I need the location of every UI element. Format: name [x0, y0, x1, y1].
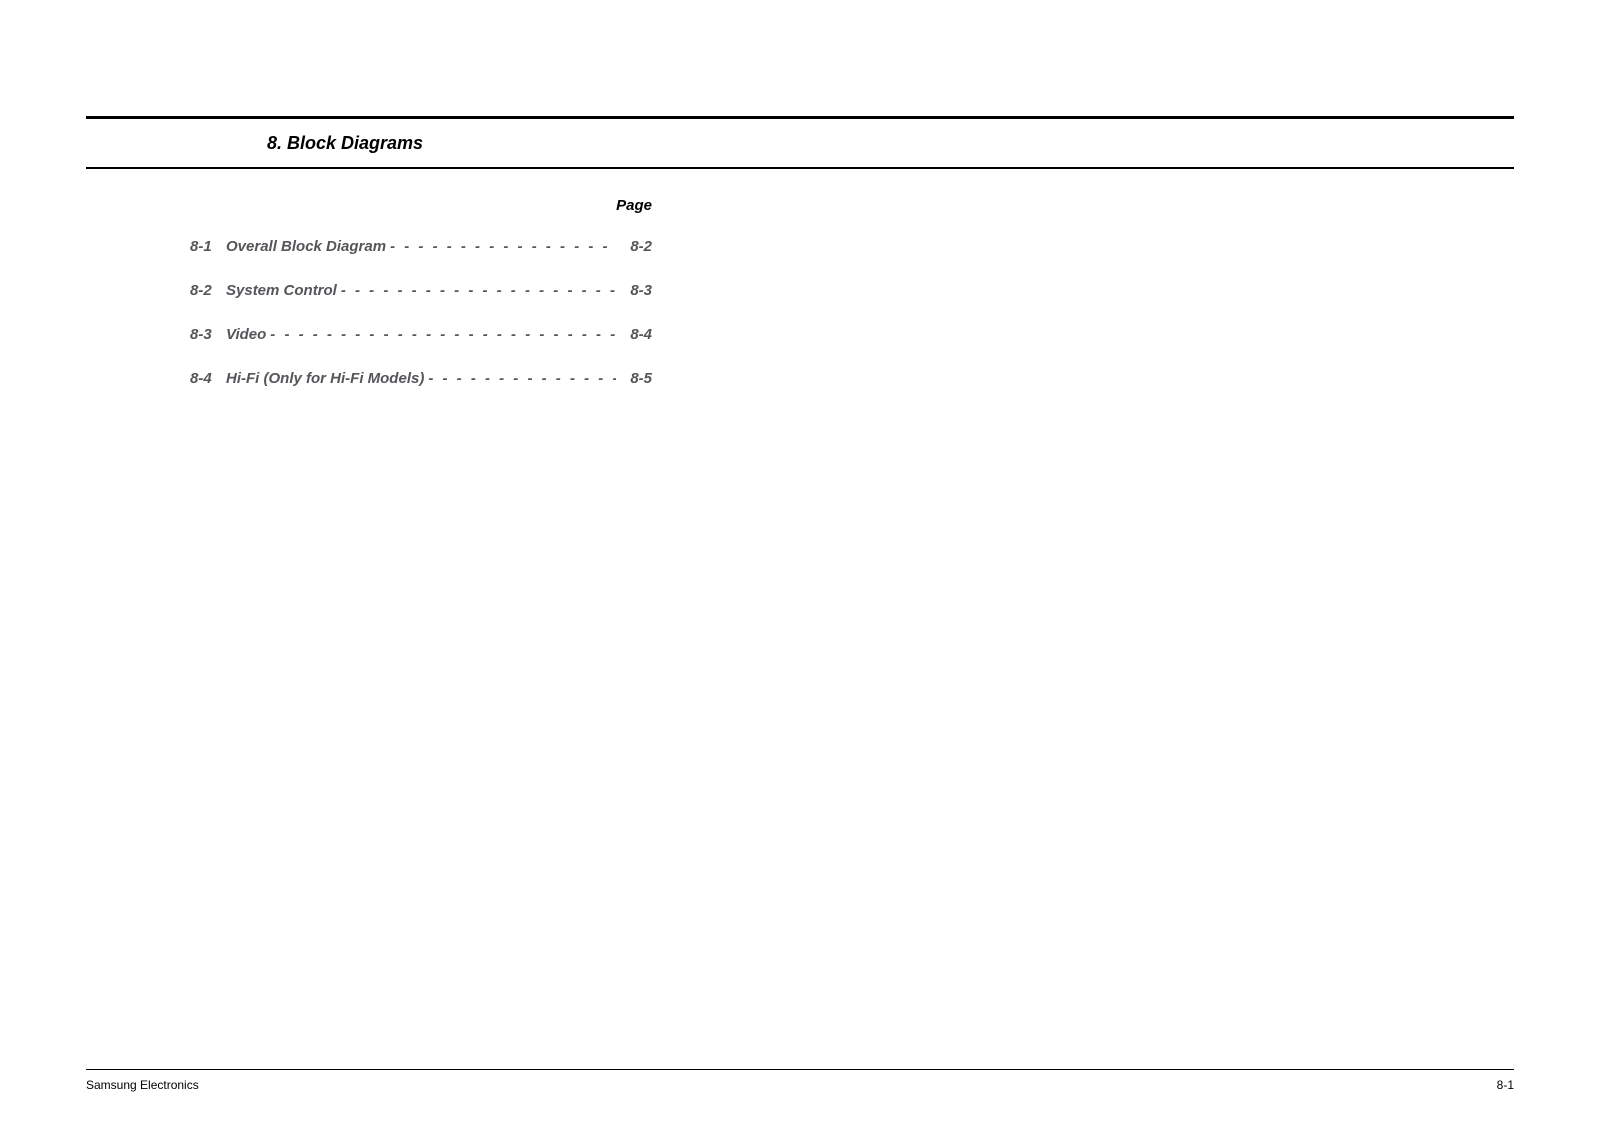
toc-entry-page: 8-3	[616, 282, 652, 300]
footer-content: Samsung Electronics 8-1	[86, 1078, 1514, 1092]
toc-entry-label: Video	[226, 326, 266, 344]
toc-entry-label-wrap: Hi-Fi (Only for Hi-Fi Models) - - - - - …	[226, 370, 616, 388]
toc-entry-label: Overall Block Diagram	[226, 238, 386, 256]
toc-entry-number: 8-4	[190, 370, 226, 388]
toc-leader-dashes: - - - - - - - - - - - - - - - - - - - - …	[337, 282, 616, 300]
toc-entry-number: 8-2	[190, 282, 226, 300]
toc-entry: 8-4 Hi-Fi (Only for Hi-Fi Models) - - - …	[190, 370, 652, 388]
page-footer: Samsung Electronics 8-1	[86, 1069, 1514, 1092]
chapter-title-block: 8. Block Diagrams	[267, 119, 1514, 167]
page-container: 8. Block Diagrams Page 8-1 Overall Block…	[0, 0, 1600, 1132]
toc-entry-number: 8-1	[190, 238, 226, 256]
toc-entry-label-wrap: Video - - - - - - - - - - - - - - - - - …	[226, 326, 616, 344]
toc-entry-label-wrap: System Control - - - - - - - - - - - - -…	[226, 282, 616, 300]
toc-entry-page: 8-2	[616, 238, 652, 256]
toc-entry-page: 8-4	[616, 326, 652, 344]
footer-right-page-number: 8-1	[1497, 1078, 1514, 1092]
toc-leader-dashes: - - - - - - - - - - - - - - - - - - - - …	[424, 370, 616, 388]
footer-rule	[86, 1069, 1514, 1070]
toc-entry: 8-2 System Control - - - - - - - - - - -…	[190, 282, 652, 300]
toc-leader-dashes: - - - - - - - - - - - - - - - - - - - - …	[386, 238, 616, 256]
toc-entry: 8-1 Overall Block Diagram - - - - - - - …	[190, 238, 652, 256]
toc-entry-label: System Control	[226, 282, 337, 300]
title-underline-rule	[86, 167, 1514, 169]
toc-leader-dashes: - - - - - - - - - - - - - - - - - - - - …	[266, 326, 616, 344]
toc-entry-label-wrap: Overall Block Diagram - - - - - - - - - …	[226, 238, 616, 256]
toc-entry-label: Hi-Fi (Only for Hi-Fi Models)	[226, 370, 424, 388]
toc-entry-number: 8-3	[190, 326, 226, 344]
toc-area: Page 8-1 Overall Block Diagram - - - - -…	[190, 197, 652, 388]
toc-entry: 8-3 Video - - - - - - - - - - - - - - - …	[190, 326, 652, 344]
footer-left-text: Samsung Electronics	[86, 1078, 199, 1092]
page-column-header: Page	[190, 197, 652, 214]
toc-entry-page: 8-5	[616, 370, 652, 388]
chapter-title: 8. Block Diagrams	[267, 133, 423, 153]
